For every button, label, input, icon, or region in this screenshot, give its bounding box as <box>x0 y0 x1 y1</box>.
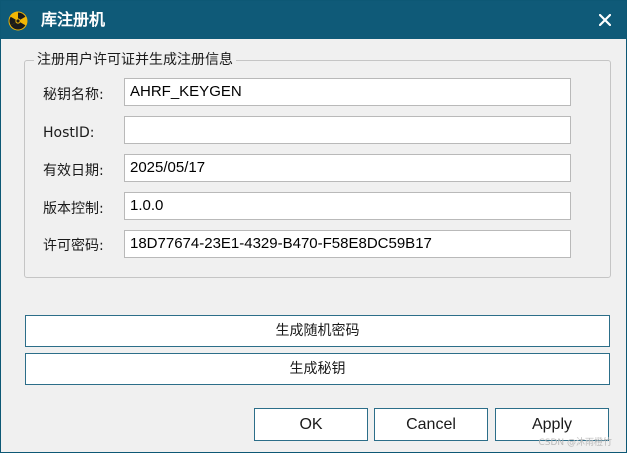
license-password-input[interactable]: 18D77674-23E1-4329-B470-F58E8DC59B17 <box>124 230 571 258</box>
window-title: 库注册机 <box>41 10 106 29</box>
title-bar[interactable]: 库注册机 <box>1 1 626 39</box>
hostid-input[interactable] <box>124 116 571 144</box>
generate-key-button[interactable]: 生成秘钥 <box>25 353 610 385</box>
license-password-label: 许可密码: <box>43 238 104 254</box>
key-name-input[interactable]: AHRF_KEYGEN <box>124 78 571 106</box>
hostid-label: HostID: <box>43 125 95 141</box>
version-label: 版本控制: <box>43 201 104 217</box>
radiation-icon <box>8 11 28 31</box>
key-name-label: 秘钥名称: <box>43 87 104 103</box>
expiry-date-label: 有效日期: <box>43 163 104 179</box>
close-icon <box>599 14 611 26</box>
cancel-button[interactable]: Cancel <box>374 408 488 441</box>
generate-random-password-button[interactable]: 生成随机密码 <box>25 315 610 347</box>
ok-button[interactable]: OK <box>254 408 368 441</box>
version-input[interactable]: 1.0.0 <box>124 192 571 220</box>
license-groupbox: 注册用户许可证并生成注册信息 秘钥名称: AHRF_KEYGEN HostID:… <box>24 51 611 278</box>
expiry-date-input[interactable]: 2025/05/17 <box>124 154 571 182</box>
groupbox-title: 注册用户许可证并生成注册信息 <box>34 51 236 69</box>
keygen-window: 库注册机 注册用户许可证并生成注册信息 秘钥名称: AHRF_KEYGEN Ho… <box>0 0 627 453</box>
watermark: CSDN @沐雨橙竹 <box>538 438 612 448</box>
close-button[interactable] <box>590 5 620 35</box>
